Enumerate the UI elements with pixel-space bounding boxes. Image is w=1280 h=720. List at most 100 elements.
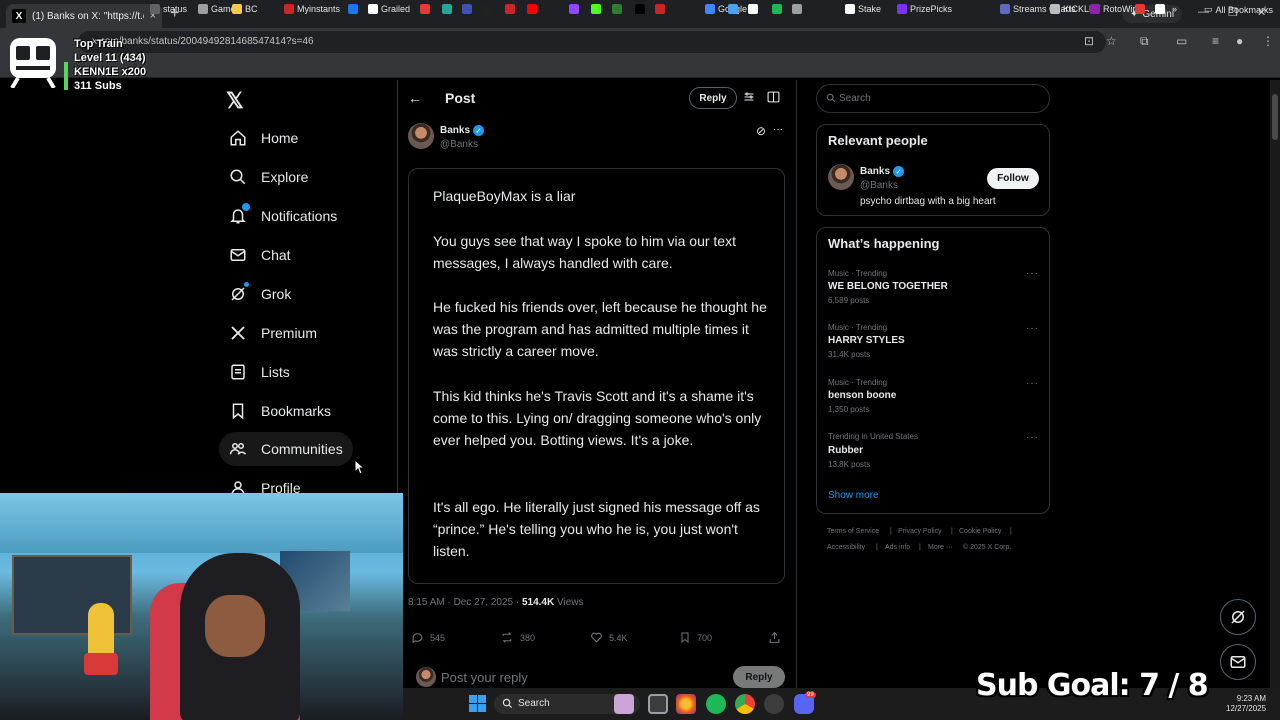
bookmark-item[interactable]: [635, 4, 645, 14]
reply-header-button[interactable]: Reply: [689, 87, 737, 109]
bookmark-item[interactable]: Google: [705, 4, 747, 14]
post-meta: 8:15 AM · Dec 27, 2025 · 514.4K Views: [408, 597, 583, 608]
bookmark-item[interactable]: [792, 4, 802, 14]
bookmark-item[interactable]: RotoWire: [1090, 4, 1141, 14]
follow-button[interactable]: Follow: [987, 168, 1039, 189]
bookmark-item[interactable]: [420, 4, 430, 14]
bookmark-item[interactable]: [1135, 4, 1145, 14]
nav-bookmarks[interactable]: Bookmarks: [219, 394, 341, 428]
bookmark-item[interactable]: [748, 4, 758, 14]
bookmark-item[interactable]: [348, 4, 358, 14]
filter-icon[interactable]: [743, 91, 755, 103]
x-logo-icon[interactable]: 𝕏: [226, 88, 244, 114]
author-name[interactable]: Banks ✓: [440, 125, 485, 136]
bookmark-item[interactable]: [462, 4, 472, 14]
bookmark-item[interactable]: [772, 4, 782, 14]
trend-more-icon[interactable]: ···: [1026, 432, 1039, 443]
chrome-menu-icon[interactable]: ⋮: [1262, 34, 1274, 48]
nav-notifications[interactable]: Notifications: [219, 199, 347, 233]
task-view-icon[interactable]: [648, 694, 668, 714]
bookmark-item[interactable]: [527, 4, 537, 14]
trend-more-icon[interactable]: ···: [1026, 378, 1039, 389]
obs-icon[interactable]: [764, 694, 784, 714]
bookmark-item[interactable]: BC: [232, 4, 258, 14]
spotify-icon[interactable]: [706, 694, 726, 714]
reply-input[interactable]: Post your reply: [441, 670, 528, 685]
reply-submit-button[interactable]: Reply: [733, 666, 785, 688]
author-avatar[interactable]: [408, 123, 434, 149]
bookmark-action[interactable]: 700: [679, 631, 712, 644]
all-bookmarks-button[interactable]: ▭ All Bookmarks: [1204, 4, 1273, 15]
footer-accessibility-link[interactable]: Accessibility: [827, 544, 865, 551]
windows-start-icon[interactable]: [469, 695, 486, 712]
like-action[interactable]: 5.4K: [590, 631, 628, 644]
footer-cookie-link[interactable]: Cookie Policy: [959, 528, 1001, 535]
trend-more-icon[interactable]: ···: [1026, 323, 1039, 334]
reader-view-icon[interactable]: [767, 91, 780, 103]
trend-more-icon[interactable]: ···: [1026, 268, 1039, 279]
footer-more-link[interactable]: More ···: [928, 544, 953, 551]
footer-ads-link[interactable]: Ads info: [885, 544, 910, 551]
nav-grok[interactable]: Grok: [219, 277, 301, 311]
nav-notifications-label: Notifications: [261, 208, 338, 224]
bookmark-item[interactable]: [612, 4, 622, 14]
author-handle[interactable]: @Banks: [440, 139, 478, 150]
nav-explore[interactable]: Explore: [219, 160, 318, 194]
share-action[interactable]: [768, 631, 781, 644]
bookmark-favicon-icon: [655, 4, 665, 14]
bookmark-item[interactable]: PrizePicks: [897, 4, 952, 14]
repost-action[interactable]: 380: [500, 631, 535, 644]
nav-communities[interactable]: Communities: [219, 432, 353, 466]
bookmark-favicon-icon: [198, 4, 208, 14]
bookmark-item[interactable]: [728, 4, 738, 14]
bookmark-item[interactable]: [1155, 4, 1165, 14]
bookmark-item[interactable]: Stake: [845, 4, 881, 14]
post-timestamp[interactable]: 8:15 AM · Dec 27, 2025 ·: [408, 597, 522, 608]
chrome-icon[interactable]: [735, 694, 755, 714]
messages-fab-button[interactable]: [1220, 644, 1256, 680]
webcam-shelf: [12, 555, 132, 635]
bookmark-item[interactable]: status: [150, 4, 187, 14]
bookmark-item[interactable]: [505, 4, 515, 14]
profile-avatar-icon[interactable]: ●: [1236, 34, 1243, 48]
extensions-icon[interactable]: ⧉: [1140, 34, 1149, 49]
bookmark-item[interactable]: [655, 4, 665, 14]
nav-lists[interactable]: Lists: [219, 355, 300, 389]
sidepanel-icon[interactable]: ▭: [1176, 34, 1187, 48]
star-icon[interactable]: ☆: [1106, 34, 1117, 48]
nav-home[interactable]: Home: [219, 121, 308, 155]
bookmark-item[interactable]: Grailed: [368, 4, 410, 14]
tab-search-icon[interactable]: ≡: [1212, 34, 1219, 48]
more-options-icon[interactable]: ···: [773, 124, 783, 135]
firefox-icon[interactable]: [676, 694, 696, 714]
nav-chat[interactable]: Chat: [219, 238, 301, 272]
relevant-avatar[interactable]: [828, 164, 854, 190]
install-icon[interactable]: ⊡: [1084, 34, 1094, 48]
relevant-person-name[interactable]: Banks ✓: [860, 166, 905, 177]
grok-fab-button[interactable]: [1220, 599, 1256, 635]
bookmark-item[interactable]: [591, 4, 601, 14]
footer-privacy-link[interactable]: Privacy Policy: [898, 528, 942, 535]
bookmark-favicon-icon: [1090, 4, 1100, 14]
scrollbar[interactable]: [1270, 80, 1280, 690]
bookmark-item[interactable]: [482, 4, 492, 14]
taskbar-clock[interactable]: 9:23 AM 12/27/2025: [1226, 694, 1266, 714]
bookmark-item[interactable]: [442, 4, 452, 14]
bookmark-favicon-icon: [1000, 4, 1010, 14]
back-button[interactable]: ←: [408, 90, 422, 106]
train-subs: 311 Subs: [74, 80, 122, 92]
footer-separator: |: [890, 528, 892, 535]
scrollbar-thumb[interactable]: [1272, 94, 1278, 140]
webcam-feed: [0, 493, 403, 720]
more-bookmarks-button[interactable]: »: [1172, 4, 1177, 14]
grok-post-icon[interactable]: ⊘: [756, 124, 766, 138]
address-bar[interactable]: x.com/banks/status/2004949281468547414?s…: [78, 31, 1106, 53]
nav-premium[interactable]: Premium: [219, 316, 327, 350]
reply-action[interactable]: 545: [411, 631, 445, 644]
bookmark-item[interactable]: Myinstants: [284, 4, 340, 14]
search-highlight-icon[interactable]: [614, 694, 634, 714]
footer-terms-link[interactable]: Terms of Service: [827, 528, 879, 535]
bookmark-item[interactable]: [569, 4, 579, 14]
show-more-link[interactable]: Show more: [828, 490, 879, 501]
browser-tab[interactable]: X (1) Banks on X: "https://t.co/US ×: [6, 4, 162, 28]
